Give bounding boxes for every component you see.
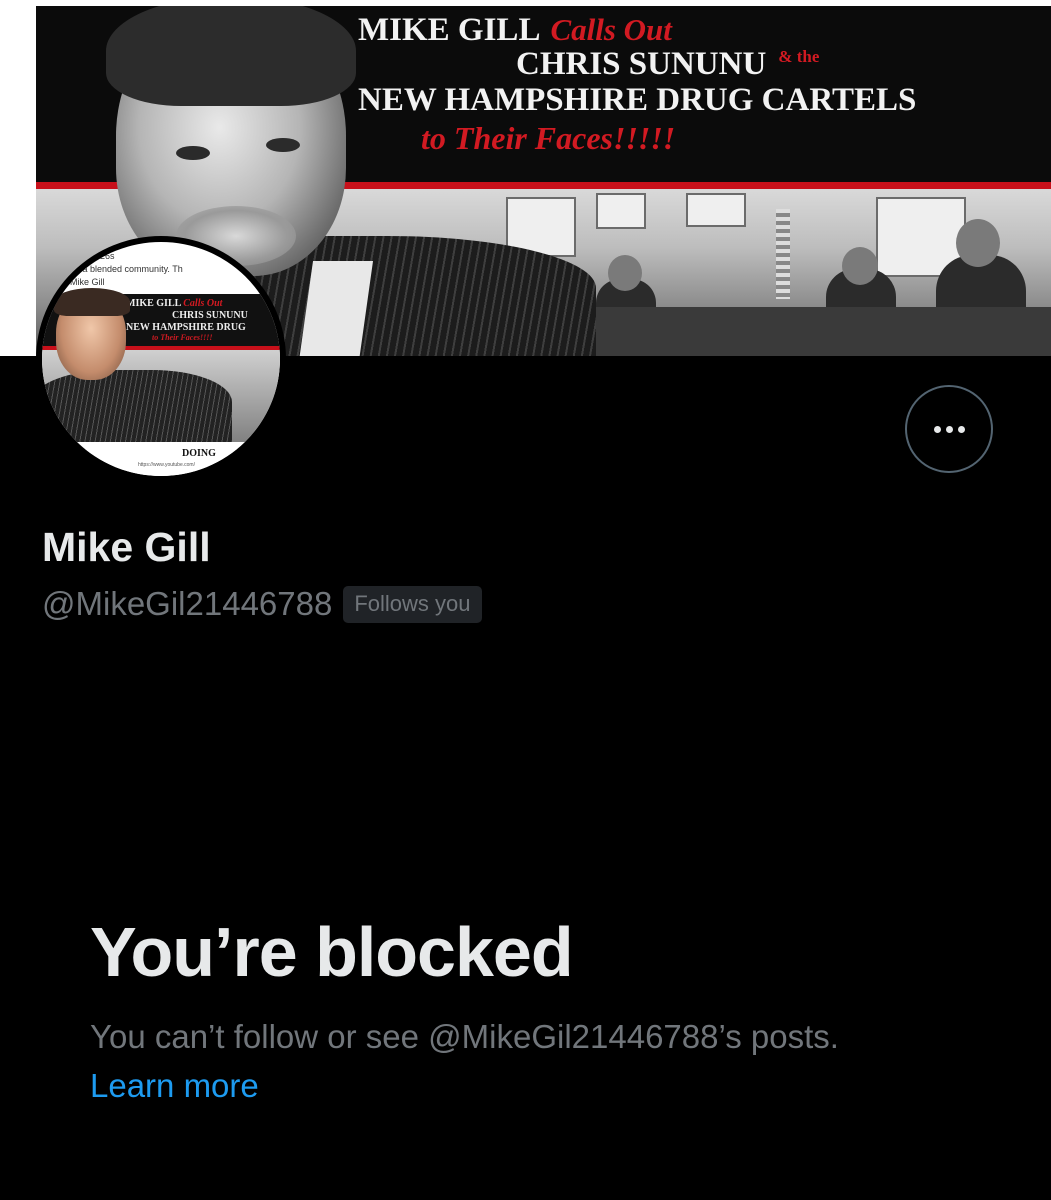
avatar-caption-line: ead. Mike Gill xyxy=(50,277,105,287)
blocked-description: You can’t follow or see @MikeGil21446788… xyxy=(90,1018,839,1055)
user-handle: @MikeGil21446788 xyxy=(42,585,333,622)
banner-text-accent: & the xyxy=(778,47,820,66)
portrait-hair xyxy=(106,6,356,106)
avatar-footer-url: https://www.youtube.com/ xyxy=(138,462,195,468)
avatar-footer-text: DOING xyxy=(182,448,216,459)
avatar-caption-line: living in a blended community. Th xyxy=(50,264,183,274)
banner-text-accent: Calls Out xyxy=(550,12,672,47)
avatar-hair xyxy=(54,288,130,316)
room-window xyxy=(686,193,746,227)
banner-headline-line-4: to Their Faces!!!!! xyxy=(421,120,676,156)
display-name: Mike Gill xyxy=(42,524,211,570)
banner-headline-line-3: NEW HAMPSHIRE DRUG CARTELS xyxy=(358,82,917,118)
avatar-mini-title: to Their Faces!!!! xyxy=(152,333,213,342)
avatar-mini-title: MIKE GILL Calls Out xyxy=(126,298,222,309)
ellipsis-icon xyxy=(933,425,965,433)
room-person-head xyxy=(842,247,878,285)
learn-more-link[interactable]: Learn more xyxy=(90,1067,259,1105)
avatar-mini-text: MIKE GILL xyxy=(126,298,181,309)
more-options-button[interactable] xyxy=(905,385,993,473)
portrait-eye xyxy=(266,138,300,152)
room-person-head xyxy=(956,219,1000,267)
banner-text: CHRIS SUNUNU xyxy=(516,46,767,82)
room-person-head xyxy=(608,255,642,291)
blocked-title: You’re blocked xyxy=(90,913,574,991)
banner-headline-line-1: MIKE GILL Calls Out xyxy=(358,12,672,49)
banner-headline-line-2: CHRIS SUNUNU & the xyxy=(516,46,819,83)
avatar-mini-title: CHRIS SUNUNU xyxy=(172,310,248,321)
avatar-caption-line: l21446788 · 26s xyxy=(50,251,115,261)
avatar-mini-text-accent: Calls Out xyxy=(183,298,223,309)
portrait-eye xyxy=(176,146,210,160)
room-window xyxy=(596,193,646,229)
handle-row: @MikeGil21446788 Follows you xyxy=(42,585,482,623)
avatar-mini-title: NEW HAMPSHIRE DRUG xyxy=(126,322,246,333)
avatar-caption: l21446788 · 26s living in a blended comm… xyxy=(50,250,183,289)
follows-you-badge: Follows you xyxy=(343,585,482,623)
avatar-suit xyxy=(42,370,232,450)
banner-text: MIKE GILL xyxy=(358,12,541,48)
room-flag xyxy=(776,209,790,299)
avatar[interactable]: l21446788 · 26s living in a blended comm… xyxy=(36,236,286,482)
